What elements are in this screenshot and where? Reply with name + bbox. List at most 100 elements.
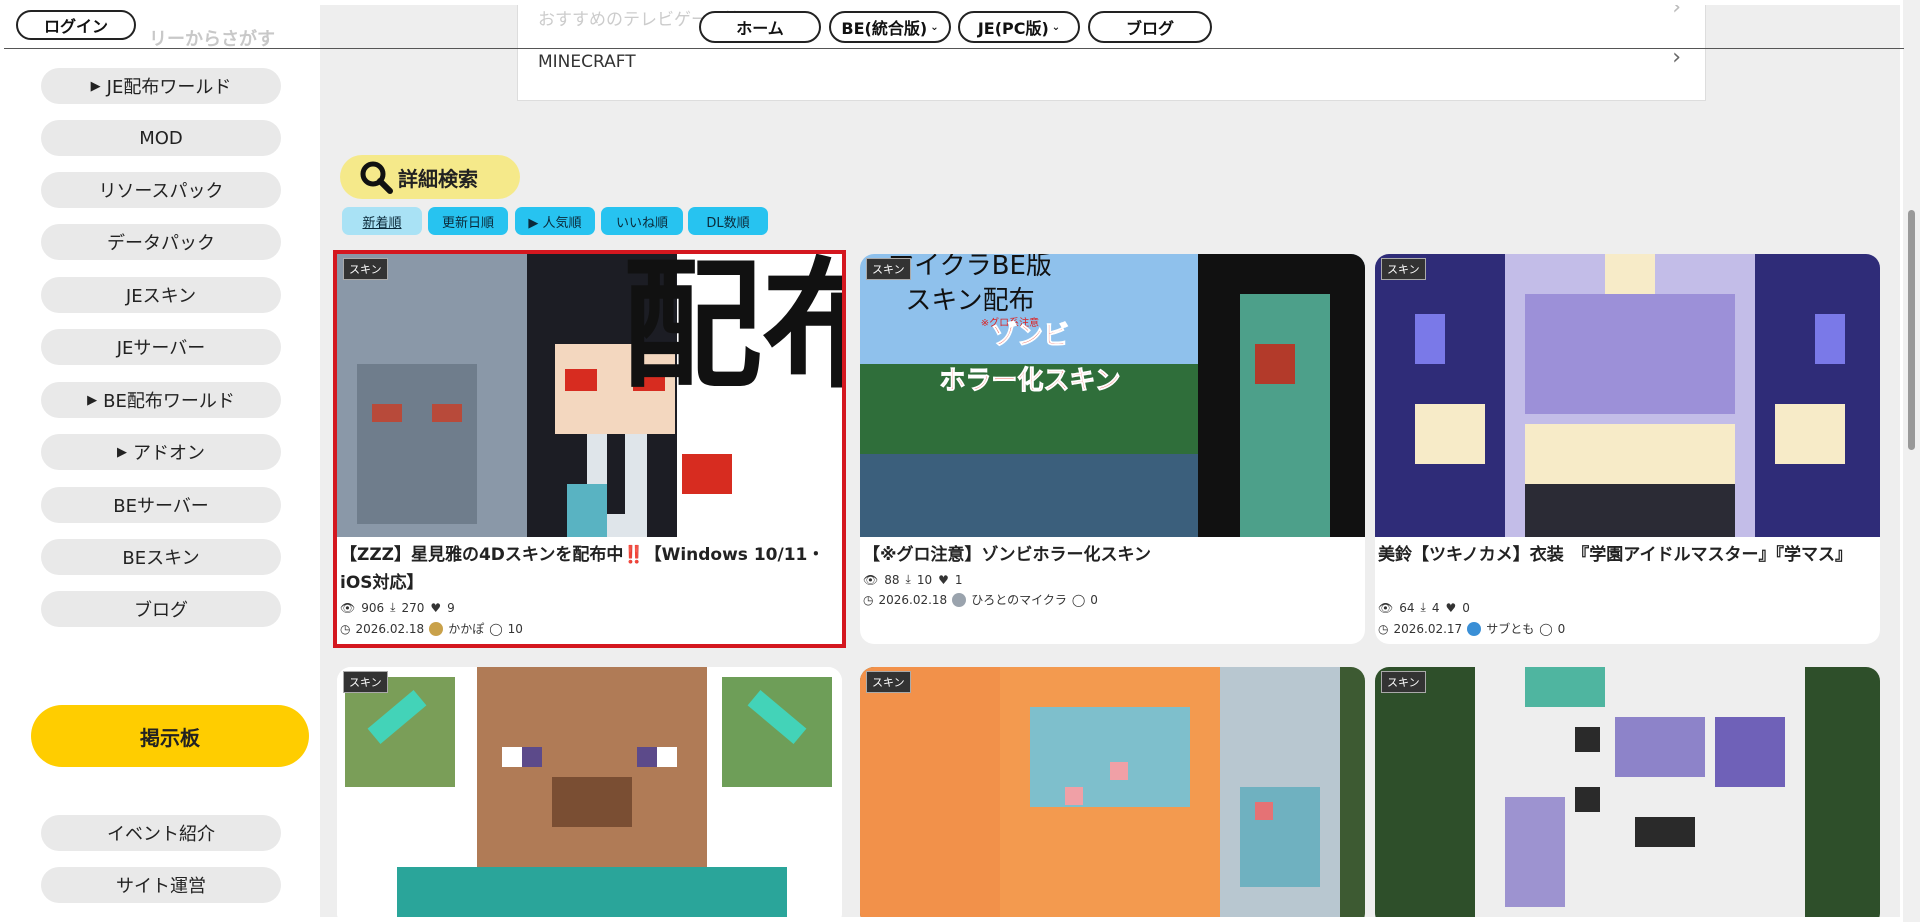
avatar[interactable] bbox=[1467, 621, 1482, 636]
thumbnail-image bbox=[860, 667, 1365, 917]
sidebar-item-je-server[interactable]: JEサーバー bbox=[41, 329, 281, 365]
sidebar-item-be-worlds[interactable]: ▶ BE配布ワールド bbox=[41, 382, 281, 418]
login-button[interactable]: ログイン bbox=[16, 10, 136, 40]
home-button[interactable]: ホーム bbox=[699, 11, 821, 43]
comment-icon: ◯ bbox=[489, 621, 503, 636]
post-card[interactable]: スキン 美鈴【ツキノカメ】衣装 『学園アイドルマスター』『学マス』 👁 64 ⤓ 4… bbox=[1375, 254, 1880, 644]
thumbnail-image bbox=[1375, 254, 1880, 537]
sidebar-item-label: データパック bbox=[107, 233, 215, 254]
like-count: 9 bbox=[447, 600, 455, 615]
post-card[interactable]: マイクラBE版 スキン配布 ※グロ系注意 ゾンビ ホラー化スキン スキン 【※グ… bbox=[860, 254, 1365, 644]
sidebar-item-label: MOD bbox=[139, 127, 183, 149]
post-title[interactable]: 【※グロ注意】ゾンビホラー化スキン bbox=[863, 541, 1358, 569]
thumbnail-text: ゾンビ bbox=[991, 320, 1069, 351]
category-tag: スキン bbox=[343, 258, 388, 280]
thumbnail-text: 配布 bbox=[622, 254, 842, 408]
post-thumbnail[interactable] bbox=[860, 667, 1365, 917]
view-count: 88 bbox=[884, 572, 900, 587]
like-count: 0 bbox=[1462, 600, 1470, 615]
post-thumbnail[interactable] bbox=[1375, 254, 1880, 537]
page-scrollbar[interactable] bbox=[1903, 0, 1920, 922]
sidebar-item-label: アドオン bbox=[133, 443, 205, 464]
post-thumbnail[interactable]: 配布 bbox=[337, 254, 842, 537]
eye-icon: 👁 bbox=[340, 600, 356, 615]
sort-likes-button[interactable]: いいね順 bbox=[601, 207, 683, 235]
chevron-down-icon: ⌄ bbox=[1051, 21, 1061, 33]
expand-triangle-icon: ▶ bbox=[90, 78, 101, 94]
author-name[interactable]: ひろとのマイクラ bbox=[971, 591, 1067, 608]
main-content: おすすめのテレビゲーム機 MINECRAFT › › 詳細検索 新着順 更新日順… bbox=[320, 5, 1900, 917]
sidebar-item-je-worlds[interactable]: ▶ JE配布ワールド bbox=[41, 68, 281, 104]
sort-downloads-button[interactable]: DL数順 bbox=[688, 207, 768, 235]
je-edition-label: JE(PC版) bbox=[977, 19, 1049, 38]
post-date: 2026.02.18 bbox=[878, 592, 948, 607]
sidebar-item-label: ブログ bbox=[134, 600, 188, 621]
sidebar-item-label: リソースパック bbox=[98, 181, 224, 202]
thumbnail-text: ホラー化スキン bbox=[939, 366, 1120, 396]
author-name[interactable]: サブとも bbox=[1486, 620, 1534, 637]
post-meta: ◷ 2026.02.18 かかぽ ◯ 10 bbox=[340, 620, 523, 637]
sort-updated-button[interactable]: 更新日順 bbox=[428, 207, 508, 235]
sidebar-item-data-pack[interactable]: データパック bbox=[41, 224, 281, 260]
avatar[interactable] bbox=[952, 592, 967, 607]
post-card[interactable]: スキン bbox=[860, 667, 1365, 917]
clock-icon: ◷ bbox=[863, 592, 874, 607]
clock-icon: ◷ bbox=[340, 621, 351, 636]
sidebar: リーからさがす ▶ JE配布ワールド MOD リソースパック データパック JE… bbox=[21, 5, 320, 917]
post-card[interactable]: 配布 スキン 【ZZZ】星見雅の4Dスキンを配布中‼️【Windows 10/1… bbox=[333, 250, 846, 648]
post-card[interactable]: スキン bbox=[1375, 667, 1880, 917]
sort-popular-button[interactable]: ▶ 人気順 bbox=[515, 207, 595, 235]
scrollbar-thumb[interactable] bbox=[1908, 210, 1915, 450]
be-edition-button[interactable]: BE(統合版) ⌄ bbox=[829, 11, 951, 43]
heart-icon: ♥ bbox=[938, 572, 949, 587]
post-date: 2026.02.18 bbox=[355, 621, 425, 636]
chevron-down-icon: ⌄ bbox=[930, 21, 939, 33]
sidebar-item-be-server[interactable]: BEサーバー bbox=[41, 487, 281, 523]
post-thumbnail[interactable] bbox=[1375, 667, 1880, 917]
comment-count: 0 bbox=[1090, 592, 1098, 607]
sidebar-item-site-operation[interactable]: サイト運営 bbox=[41, 867, 281, 903]
thumbnail-image: マイクラBE版 スキン配布 ※グロ系注意 ゾンビ ホラー化スキン bbox=[860, 254, 1365, 537]
post-thumbnail[interactable]: マイクラBE版 スキン配布 ※グロ系注意 ゾンビ ホラー化スキン bbox=[860, 254, 1365, 537]
advanced-search-label: 詳細検索 bbox=[398, 166, 478, 191]
post-thumbnail[interactable] bbox=[337, 667, 842, 917]
thumbnail-text: スキン配布 bbox=[905, 286, 1034, 316]
comment-count: 10 bbox=[507, 621, 523, 636]
bbs-button[interactable]: 掲示板 bbox=[31, 705, 309, 767]
clock-icon: ◷ bbox=[1378, 621, 1389, 636]
sort-newest-button[interactable]: 新着順 bbox=[342, 207, 422, 235]
thumbnail-text: マイクラBE版 bbox=[888, 254, 1052, 281]
search-icon bbox=[360, 161, 393, 194]
download-icon: ⤓ bbox=[1420, 600, 1426, 614]
post-title[interactable]: 美鈴【ツキノカメ】衣装 『学園アイドルマスター』『学マス』 bbox=[1378, 541, 1873, 569]
top-navigation-bar: ログイン ホーム BE(統合版) ⌄ JE(PC版) ⌄ ブログ bbox=[4, 4, 1904, 49]
post-stats: 👁 906 ⤓ 270 ♥ 9 bbox=[340, 600, 455, 615]
post-card[interactable]: スキン bbox=[337, 667, 842, 917]
view-count: 906 bbox=[361, 600, 385, 615]
author-name[interactable]: かかぽ bbox=[448, 620, 484, 637]
comment-icon: ◯ bbox=[1071, 592, 1086, 607]
sidebar-item-events[interactable]: イベント紹介 bbox=[41, 815, 281, 851]
sidebar-item-label: JEサーバー bbox=[116, 338, 206, 359]
eye-icon: 👁 bbox=[1378, 600, 1394, 615]
sidebar-item-mod[interactable]: MOD bbox=[41, 120, 281, 156]
heart-icon: ♥ bbox=[1445, 600, 1457, 615]
je-edition-button[interactable]: JE(PC版) ⌄ bbox=[958, 11, 1080, 43]
category-tag: スキン bbox=[343, 671, 388, 693]
post-meta: ◷ 2026.02.18 ひろとのマイクラ ◯ 0 bbox=[863, 591, 1098, 608]
comment-count: 0 bbox=[1557, 621, 1566, 636]
advanced-search-button[interactable]: 詳細検索 bbox=[340, 155, 520, 199]
sidebar-item-be-skin[interactable]: BEスキン bbox=[41, 539, 281, 575]
category-row-minecraft[interactable]: MINECRAFT bbox=[538, 52, 636, 72]
sidebar-item-label: JE配布ワールド bbox=[106, 77, 232, 98]
sidebar-item-addon[interactable]: ▶ アドオン bbox=[41, 434, 281, 470]
post-title[interactable]: 【ZZZ】星見雅の4Dスキンを配布中‼️【Windows 10/11・iOS対応… bbox=[340, 541, 835, 597]
sidebar-item-resource-pack[interactable]: リソースパック bbox=[41, 172, 281, 208]
blog-button[interactable]: ブログ bbox=[1088, 11, 1212, 43]
sidebar-item-je-skin[interactable]: JEスキン bbox=[41, 277, 281, 313]
category-tag: スキン bbox=[1381, 671, 1426, 693]
sidebar-item-label: BEサーバー bbox=[113, 496, 209, 517]
avatar[interactable] bbox=[429, 621, 444, 636]
expand-triangle-icon: ▶ bbox=[117, 444, 127, 460]
sidebar-item-blog[interactable]: ブログ bbox=[41, 591, 281, 627]
